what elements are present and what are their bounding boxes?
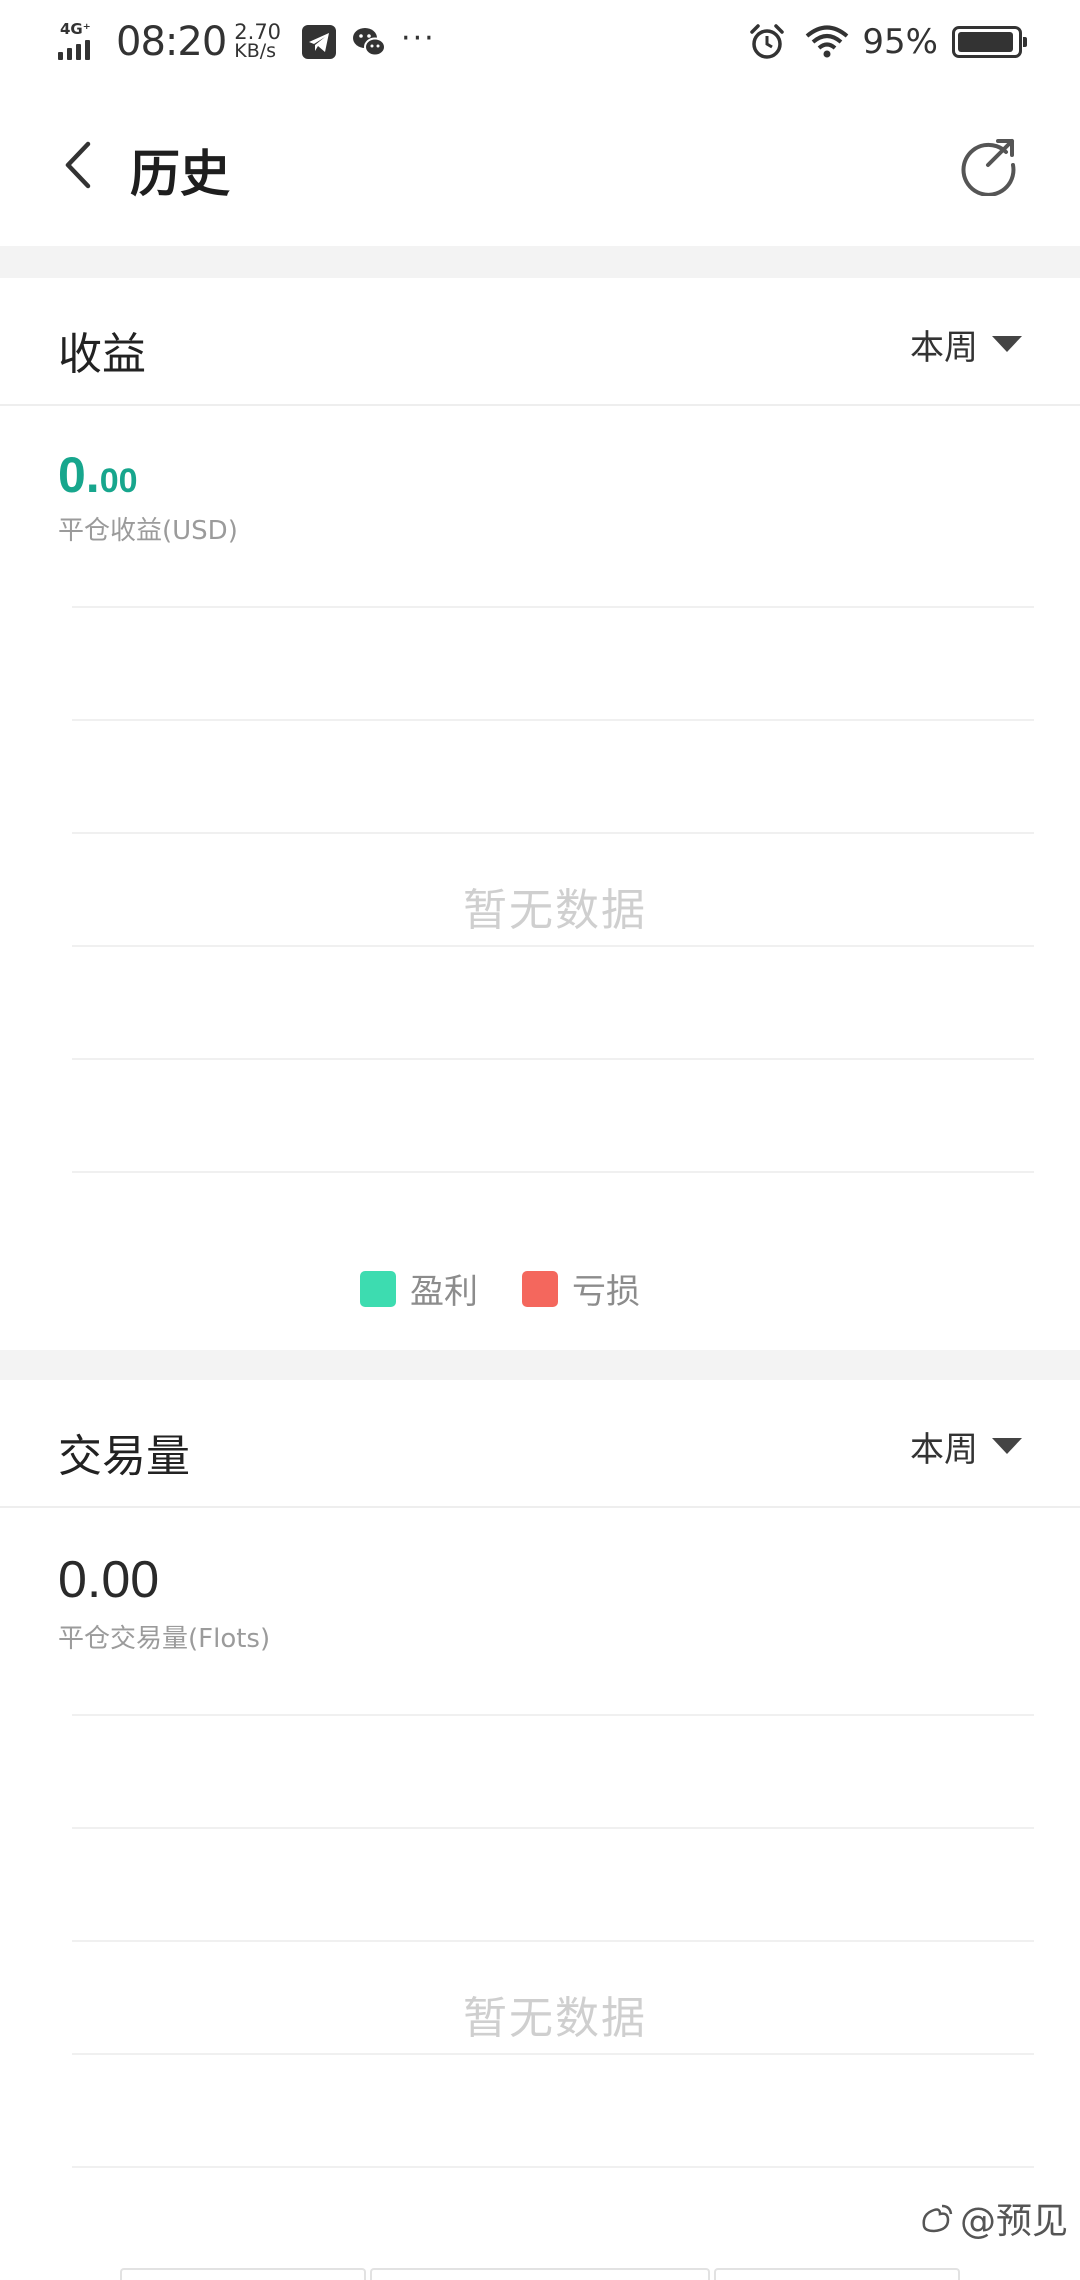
watermark-text: @预见	[959, 2201, 1068, 2242]
battery-fill	[958, 32, 1013, 52]
volume-grid-line	[72, 1714, 1034, 1716]
clock: 08:20	[116, 19, 227, 65]
telegram-icon	[302, 25, 337, 59]
profit-card-title: 收益	[58, 329, 146, 380]
status-bar-left: 4G⁺ 08:20 2.70 KB/s ···	[58, 14, 436, 70]
profit-grid-line	[72, 832, 1034, 834]
profit-card-header: 收益 本周	[0, 278, 1080, 406]
profit-period-label: 本周	[910, 327, 978, 368]
bottom-tab-stub[interactable]	[370, 2268, 710, 2280]
legend-swatch-loss	[522, 1270, 558, 1307]
volume-value: 0.00	[58, 1551, 160, 1609]
status-bar: 4G⁺ 08:20 2.70 KB/s ··· 95%	[0, 0, 1080, 84]
profit-grid-line	[72, 945, 1034, 947]
volume-grid-line	[72, 2053, 1034, 2055]
battery-percent: 95%	[862, 22, 938, 62]
legend-label-loss: 亏损	[572, 1272, 640, 1312]
weibo-logo-icon	[922, 2204, 953, 2233]
app-header: 历史	[0, 84, 1080, 246]
legend-swatch-gain	[360, 1270, 396, 1307]
wifi-icon	[806, 25, 849, 58]
profit-grid-line	[72, 606, 1034, 608]
watermark: @预见	[918, 2192, 1068, 2244]
volume-period-label: 本周	[910, 1429, 978, 1470]
volume-card-header: 交易量 本周	[0, 1380, 1080, 1508]
profit-period-select[interactable]: 本周	[910, 322, 1022, 368]
legend-label-gain: 盈利	[410, 1272, 478, 1312]
legend-item-gain[interactable]: 盈利	[360, 1264, 478, 1313]
profit-value-caption: 平仓收益(USD)	[58, 516, 238, 546]
legend-item-loss[interactable]: 亏损	[522, 1264, 640, 1313]
profit-legend: 盈利 亏损	[360, 1264, 684, 1313]
profit-empty-text: 暂无数据	[463, 885, 647, 936]
more-notifications-icon: ···	[401, 20, 436, 56]
chevron-left-icon[interactable]	[50, 130, 110, 200]
section-divider	[0, 1350, 1080, 1380]
page-title: 历史	[130, 145, 230, 203]
network-speed: 2.70 KB/s	[234, 22, 281, 62]
signal-icon: 4G⁺	[58, 20, 102, 64]
volume-value-caption: 平仓交易量(Flots)	[58, 1624, 271, 1654]
battery-icon	[952, 26, 1027, 58]
alarm-icon	[750, 24, 785, 59]
caret-down-icon	[992, 336, 1022, 352]
profit-value-dec: 00	[99, 462, 138, 500]
status-bar-right: 95%	[748, 14, 1027, 70]
share-icon[interactable]	[958, 134, 1020, 196]
profit-value: 0.00	[58, 446, 138, 504]
network-type: 4G⁺	[60, 20, 91, 38]
bottom-tab-stub[interactable]	[120, 2268, 366, 2280]
volume-period-select[interactable]: 本周	[910, 1424, 1022, 1470]
volume-empty-text: 暂无数据	[463, 1993, 647, 2044]
wechat-icon	[353, 28, 387, 57]
profit-grid-line	[72, 1058, 1034, 1060]
volume-grid-line	[72, 1827, 1034, 1829]
volume-card-title: 交易量	[58, 1431, 190, 1482]
volume-grid-line	[72, 1940, 1034, 1942]
profit-grid-line	[72, 1171, 1034, 1173]
volume-grid-line	[72, 2166, 1034, 2168]
profit-grid-line	[72, 719, 1034, 721]
caret-down-icon	[992, 1438, 1022, 1454]
profit-value-int: 0.	[58, 447, 100, 503]
bottom-tab-stub[interactable]	[714, 2268, 960, 2280]
section-divider	[0, 246, 1080, 278]
network-speed-unit: KB/s	[234, 40, 277, 62]
